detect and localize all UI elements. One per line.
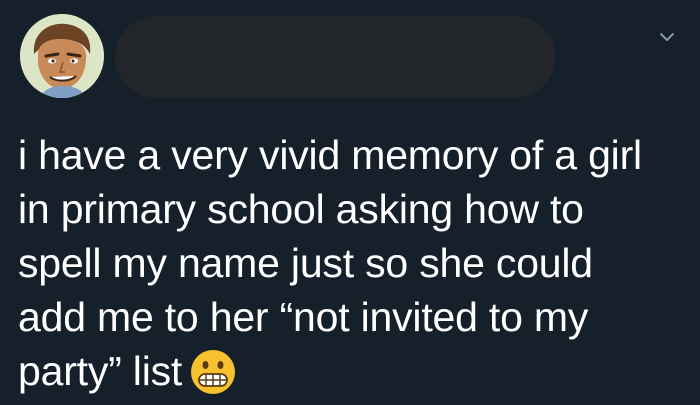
chevron-down-icon[interactable] <box>656 26 678 48</box>
tweet-text: i have a very vivid memory of a girl in … <box>18 128 688 398</box>
tweet-text-line: i have a very vivid memory of a girl <box>18 132 642 178</box>
tweet-card: i have a very vivid memory of a girl in … <box>0 0 700 405</box>
redacted-username <box>115 16 555 98</box>
tweet-text-line: add me to her “not invited to my <box>18 294 589 340</box>
tweet-text-line: in primary school asking how to <box>18 186 584 232</box>
avatar-image <box>20 14 104 98</box>
tweet-text-line: spell my name just so she could <box>18 240 593 286</box>
tweet-text-line: party” list <box>18 348 183 394</box>
avatar[interactable] <box>20 14 104 98</box>
tweet-text-last-line: party” list <box>18 344 688 398</box>
grimacing-face-emoji <box>190 349 236 395</box>
